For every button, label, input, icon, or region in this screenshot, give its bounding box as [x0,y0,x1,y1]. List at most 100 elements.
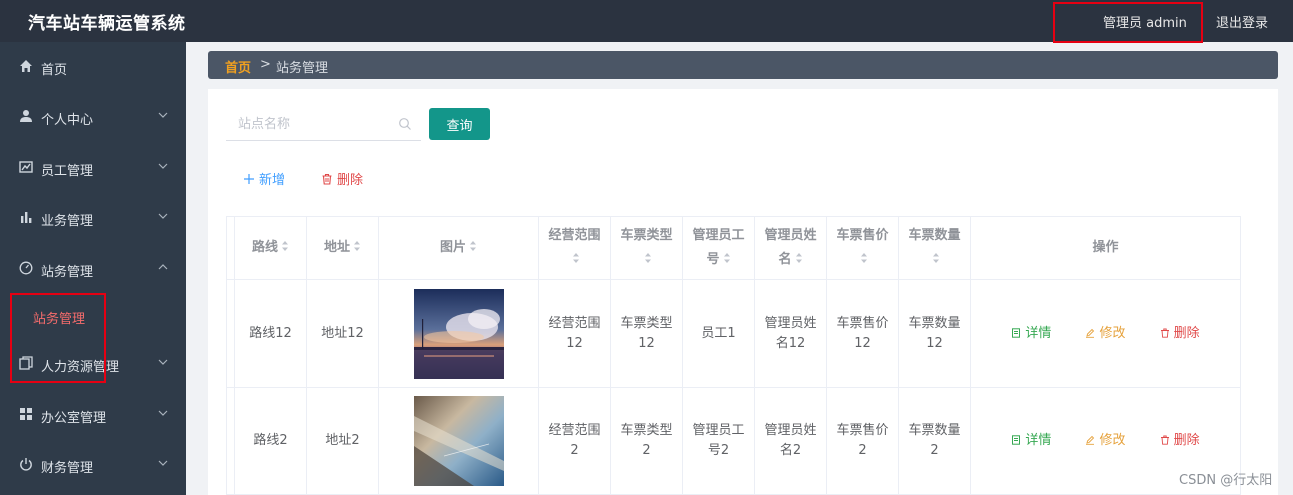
batch-delete-button[interactable]: 删除 [321,169,363,188]
search-field [226,108,421,141]
header-label: 车票售价 [836,228,889,243]
cell-scope: 经营范围 12 [538,279,611,388]
cell-text: 车票数量 [908,315,961,331]
sidebar-item-label: 业务管理 [41,214,94,229]
batch-delete-label: 删除 [337,173,364,188]
sort-icon[interactable] [281,240,289,252]
chart-icon [19,161,33,173]
sort-icon[interactable] [644,252,652,264]
search-input[interactable] [226,108,396,140]
sort-icon[interactable] [469,240,477,252]
sidebar: 首页 个人中心 员工管理 业务管理 站务管理 站务管理 人力资源管理 办公室管理… [0,42,186,495]
cell-address: 地址12 [306,279,379,388]
breadcrumb-current: 站务管理 [276,61,329,76]
header-label: 地址 [323,240,350,255]
table-row: 路线2 地址2 经营范围 2 车票类型 2 管理员工 号2 管理员姓 名2 车票… [226,387,1241,495]
chevron-down-icon [158,359,168,365]
station-menu-highlight-box [10,293,106,383]
document-icon [1012,435,1021,445]
cell-text: 经营范围 [548,423,601,438]
row-select [226,387,235,495]
chevron-down-icon [158,163,168,169]
header-label: 名 [778,252,792,267]
sort-icon[interactable] [572,252,580,264]
top-bar: 汽车站车辆运管系统 管理员 admin 退出登录 [0,0,1293,43]
header-admin-id[interactable]: 管理员工号 [682,216,755,280]
cell-text: 12 [566,335,583,351]
header-scope[interactable]: 经营范围 [538,216,611,280]
sort-icon[interactable] [932,252,940,264]
cell-text: 名2 [779,443,802,458]
header-operations: 操作 [970,216,1241,280]
cell-admin-name: 管理员姓名2 [754,387,827,495]
chevron-up-icon [158,264,168,270]
station-table: 路线 地址 图片 经营范围 车票类型 管理员工号 管理员姓名 车票售价 车票数量… [226,216,1241,495]
cell-route: 路线12 [234,279,307,388]
cell-text: 车票数量 [908,423,961,438]
cell-text: 车票类型 [620,423,673,438]
sidebar-item-finance[interactable]: 财务管理 [0,440,186,490]
header-route[interactable]: 路线 [234,216,307,280]
cell-text: 2 [858,443,867,458]
header-price[interactable]: 车票售价 [826,216,899,280]
header-select [226,216,235,280]
cell-address: 地址2 [306,387,379,495]
delete-button[interactable]: 删除 [1160,324,1200,344]
header-admin-name[interactable]: 管理员姓名 [754,216,827,280]
header-label: 图片 [439,240,466,255]
cell-text: 12 [926,335,943,351]
sidebar-item-label: 办公室管理 [41,411,107,426]
query-button[interactable]: 查询 [429,108,490,140]
detail-button[interactable]: 详情 [1011,431,1051,451]
sidebar-item-office[interactable]: 办公室管理 [0,390,186,440]
sidebar-item-station[interactable]: 站务管理 [0,244,186,294]
power-icon [20,458,32,471]
cell-admin-id: 管理员工 号2 [682,387,755,495]
cell-image [378,387,539,495]
sort-icon[interactable] [723,252,731,264]
station-photo-sky [413,396,504,486]
sidebar-item-personal-center[interactable]: 个人中心 [0,92,186,142]
add-button-label: 新增 [259,173,286,188]
dashboard-icon [19,261,33,275]
edit-button[interactable]: 修改 [1085,324,1126,344]
sidebar-item-label: 首页 [41,63,68,78]
cell-image [378,279,539,388]
sort-icon[interactable] [795,252,803,264]
header-label: 经营范围 [548,228,601,243]
header-image[interactable]: 图片 [378,216,539,280]
header-ticket-type[interactable]: 车票类型 [610,216,683,280]
header-label: 操作 [1092,240,1119,255]
breadcrumb-home[interactable]: 首页 [225,57,251,76]
cell-text: 车票售价 [836,423,889,438]
cell-operations: 详情 修改 删除 [970,279,1241,388]
breadcrumb-separator: > [260,57,271,72]
chevron-down-icon [158,410,168,416]
header-address[interactable]: 地址 [306,216,379,280]
edit-button[interactable]: 修改 [1085,431,1126,451]
grid-icon [20,408,32,420]
cell-text: 2 [930,443,939,458]
sidebar-item-label: 个人中心 [41,113,94,128]
sidebar-item-business[interactable]: 业务管理 [0,193,186,243]
trash-icon [1160,328,1169,338]
header-label: 管理员姓 [764,228,817,243]
sort-icon[interactable] [353,240,361,252]
sort-icon[interactable] [860,252,868,264]
cell-scope: 经营范围 2 [538,387,611,495]
header-count[interactable]: 车票数量 [898,216,971,280]
delete-button[interactable]: 删除 [1160,431,1200,451]
header-label: 路线 [251,240,278,255]
detail-button[interactable]: 详情 [1011,324,1051,344]
document-icon [1012,327,1021,338]
sidebar-item-home[interactable]: 首页 [0,42,186,92]
add-button[interactable]: 新增 [243,169,285,188]
trash-icon [1160,435,1169,445]
logout-link[interactable]: 退出登录 [1216,12,1268,31]
edit-icon [1086,435,1095,445]
cell-text: 管理员姓 [764,423,817,438]
sidebar-item-staff[interactable]: 员工管理 [0,143,186,193]
cell-count: 车票数量 2 [898,387,971,495]
cell-ticket-type: 车票类型 2 [610,387,683,495]
trash-icon [322,173,332,185]
